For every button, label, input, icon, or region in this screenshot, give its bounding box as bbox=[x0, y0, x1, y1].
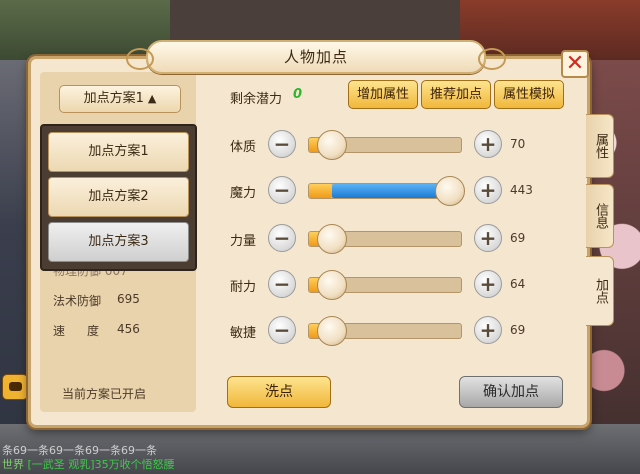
attribute-slider[interactable] bbox=[308, 270, 462, 300]
attribute-slider[interactable] bbox=[308, 224, 462, 254]
recommend-points-button[interactable]: 推荐加点 bbox=[421, 80, 491, 109]
slider-knob[interactable] bbox=[316, 316, 347, 346]
close-icon: ✕ bbox=[565, 51, 585, 76]
attribute-name: 力量 bbox=[230, 234, 257, 249]
plus-icon: + bbox=[479, 272, 497, 296]
tab-attributes[interactable]: 属性 bbox=[586, 114, 614, 178]
attribute-row-endurance: 耐力 − + 64 bbox=[230, 270, 550, 300]
add-attribute-button[interactable]: 增加属性 bbox=[348, 80, 418, 109]
attribute-row-strength: 力量 − + 69 bbox=[230, 224, 550, 254]
attribute-value: 443 bbox=[510, 183, 533, 197]
page-title: 人物加点 bbox=[283, 48, 348, 66]
attribute-value: 69 bbox=[510, 231, 526, 245]
attribute-value: 69 bbox=[510, 323, 526, 337]
potential-label: 剩余潜力 bbox=[230, 92, 283, 107]
stat-magic-defense-label: 法术防御 bbox=[53, 294, 102, 308]
attribute-name: 体质 bbox=[230, 140, 257, 155]
chat-line-1: 条69一条69一条69一条69一条 bbox=[2, 444, 157, 457]
tab-info[interactable]: 信息 bbox=[586, 184, 614, 248]
attribute-slider[interactable] bbox=[308, 316, 462, 346]
plus-button[interactable]: + bbox=[474, 316, 502, 344]
plan-option-1[interactable]: 加点方案1 bbox=[48, 132, 189, 172]
minus-icon: − bbox=[273, 272, 291, 296]
slider-knob[interactable] bbox=[316, 224, 347, 254]
plan-dropdown[interactable]: 加点方案1 ▲ bbox=[59, 85, 181, 113]
chat-message: [一武圣 观乳]35万收个悟怒腰 bbox=[27, 458, 175, 471]
potential-value: 0 bbox=[293, 87, 303, 102]
minus-button[interactable]: − bbox=[268, 270, 296, 298]
slider-knob[interactable] bbox=[316, 130, 347, 160]
title-bar: 人物加点 bbox=[126, 40, 506, 74]
plan-dropdown-label: 加点方案1 bbox=[83, 91, 144, 106]
attribute-name: 耐力 bbox=[230, 280, 257, 295]
plus-button[interactable]: + bbox=[474, 270, 502, 298]
plus-button[interactable]: + bbox=[474, 224, 502, 252]
stat-speed: 速度 456 bbox=[53, 322, 140, 339]
minus-button[interactable]: − bbox=[268, 316, 296, 344]
close-button[interactable]: ✕ bbox=[561, 50, 589, 78]
plan-option-2[interactable]: 加点方案2 bbox=[48, 177, 189, 217]
minus-button[interactable]: − bbox=[268, 130, 296, 158]
attribute-row-magic: 魔力 − + 443 bbox=[230, 176, 550, 206]
minus-icon: − bbox=[273, 178, 291, 202]
minus-icon: − bbox=[273, 318, 291, 342]
stat-speed-value: 456 bbox=[117, 322, 140, 336]
minus-icon: − bbox=[273, 132, 291, 156]
attribute-slider[interactable] bbox=[308, 130, 462, 160]
chat-line-2: 世界 [一武圣 观乳]35万收个悟怒腰 bbox=[2, 458, 640, 472]
slider-fill bbox=[309, 184, 332, 198]
minus-button[interactable]: − bbox=[268, 224, 296, 252]
attribute-name: 魔力 bbox=[230, 186, 257, 201]
chat-bubble-icon[interactable] bbox=[2, 374, 28, 400]
plan-status-note: 当前方案已开启 bbox=[62, 387, 147, 401]
slider-knob[interactable] bbox=[316, 270, 347, 300]
plus-button[interactable]: + bbox=[474, 130, 502, 158]
minus-icon: − bbox=[273, 226, 291, 250]
stat-magic-defense: 法术防御 695 bbox=[53, 292, 140, 309]
slider-knob[interactable] bbox=[435, 176, 465, 206]
plus-icon: + bbox=[479, 132, 497, 156]
chat-channel: 世界 bbox=[2, 458, 24, 471]
tab-add-points[interactable]: 加点 bbox=[586, 256, 614, 326]
attribute-slider[interactable] bbox=[308, 176, 465, 206]
stat-magic-defense-value: 695 bbox=[117, 292, 140, 306]
plus-button[interactable]: + bbox=[474, 176, 502, 204]
chat-log: 条69一条69一条69一条69一条 世界 [一武圣 观乳]35万收个悟怒腰 bbox=[0, 432, 640, 474]
attribute-name: 敏捷 bbox=[230, 326, 257, 341]
plus-icon: + bbox=[479, 318, 497, 342]
minus-button[interactable]: − bbox=[268, 176, 296, 204]
simulate-attributes-button[interactable]: 属性模拟 bbox=[494, 80, 564, 109]
attribute-value: 70 bbox=[510, 137, 526, 151]
attribute-row-constitution: 体质 − + 70 bbox=[230, 130, 550, 160]
stat-speed-label: 速度 bbox=[53, 324, 122, 338]
plus-icon: + bbox=[479, 178, 497, 202]
reset-points-button[interactable]: 洗点 bbox=[227, 376, 331, 408]
chevron-up-icon: ▲ bbox=[147, 92, 157, 105]
plus-icon: + bbox=[479, 226, 497, 250]
plan-option-3[interactable]: 加点方案3 bbox=[48, 222, 189, 262]
attribute-value: 64 bbox=[510, 277, 526, 291]
plan-list: 加点方案1 加点方案2 加点方案3 bbox=[40, 124, 197, 271]
attribute-row-agility: 敏捷 − + 69 bbox=[230, 316, 550, 346]
confirm-points-button[interactable]: 确认加点 bbox=[459, 376, 563, 408]
